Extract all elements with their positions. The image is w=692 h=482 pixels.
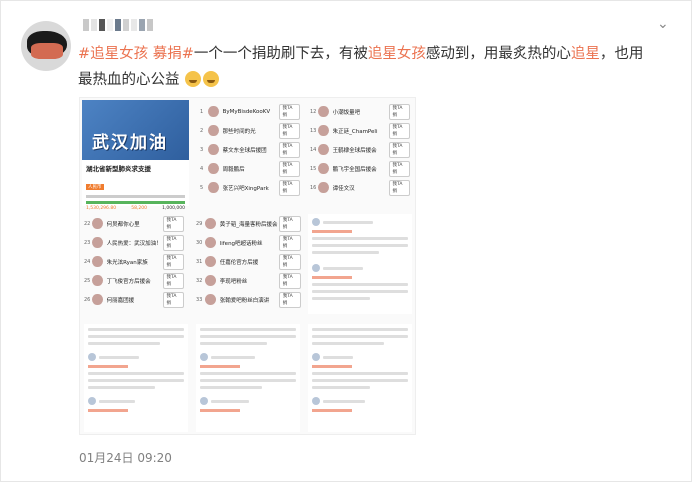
donate-button[interactable]: 我TA捐 (278, 253, 301, 270)
list-item: 12 小潮饭量吧 我TA捐 (310, 102, 410, 121)
post-text: #追星女孩 募捐#一个一个捐助刷下去，有被追星女孩感动到，用最炙热的心追星，也用… (78, 46, 644, 88)
list-item: 13 朱正廷_ChamPeli 我TA捐 (310, 121, 410, 140)
donate-button[interactable]: 我TA捐 (162, 253, 184, 270)
donate-button[interactable]: 我TA捐 (162, 291, 184, 308)
donate-button[interactable]: 我TA捐 (278, 291, 301, 308)
crying-face-icon (185, 71, 202, 87)
list-item: 5 张艺兴吧XingPark 我TA捐 (200, 178, 300, 197)
leaderboard-mid-a: 22 何炅都你心里 我TA捐 23 人民热爱：武汉加油！ 我TA捐 24 朱光泫Ryan家… (84, 214, 184, 309)
donate-button[interactable]: 我TA捐 (388, 122, 410, 139)
username-pixelated[interactable] (83, 19, 153, 31)
comment-list (84, 324, 188, 432)
post-image[interactable]: 武汉加油 湖北省新型肺炎求支援 人民币 1,530,296.80 58,200 … (79, 97, 416, 435)
hashtag-link[interactable]: #追星女孩 募捐# (78, 46, 194, 62)
donate-button[interactable]: 我TA捐 (162, 272, 184, 289)
comment-list (196, 324, 300, 432)
avatar[interactable] (21, 21, 71, 71)
list-item: 29 黄子韬_海量客粉后援会 我TA捐 (196, 214, 301, 233)
keyword-link[interactable]: 追星 (571, 46, 600, 62)
list-item: 32 李现吧粉丝 我TA捐 (196, 271, 301, 290)
weibo-post-card: ⌄ #追星女孩 募捐#一个一个捐助刷下去，有被追星女孩感动到，用最炙热的心追星，… (0, 0, 692, 482)
list-item: 15 鹏飞宇全国后援会 我TA捐 (310, 159, 410, 178)
donate-button[interactable]: 我TA捐 (278, 103, 300, 120)
list-item: 1 ByMyBisdeKooKV 我TA捐 (200, 102, 300, 121)
crying-face-icon (203, 71, 220, 87)
list-item: 22 何炅都你心里 我TA捐 (84, 214, 184, 233)
donate-button[interactable]: 我TA捐 (162, 234, 184, 251)
list-item: 31 任嘉伦官方后援 我TA捐 (196, 252, 301, 271)
list-item: 24 朱光泫Ryan家族 我TA捐 (84, 252, 184, 271)
chevron-down-icon[interactable]: ⌄ (657, 17, 671, 31)
comment-list (308, 214, 412, 314)
list-item: 30 lifeng吧超话粉丝 我TA捐 (196, 233, 301, 252)
leaderboard-mid-b: 29 黄子韬_海量客粉后援会 我TA捐 30 lifeng吧超话粉丝 我TA捐 31 任嘉… (196, 214, 301, 309)
project-card: 湖北省新型肺炎求支援 人民币 1,530,296.80 58,200 1,000… (82, 160, 189, 211)
list-item: 23 人民热爱：武汉加油！ 我TA捐 (84, 233, 184, 252)
comment-list (308, 324, 412, 432)
donate-button[interactable]: 我TA捐 (388, 141, 410, 158)
donate-button[interactable]: 我TA捐 (278, 160, 300, 177)
list-item: 2 那些时间的光 我TA捐 (200, 121, 300, 140)
list-item: 4 周毅鹏后 我TA捐 (200, 159, 300, 178)
list-item: 14 王鹤棣全球后援会 我TA捐 (310, 140, 410, 159)
keyword-link[interactable]: 追星女孩 (368, 46, 426, 62)
list-item: 33 张翰爱吧粉丝白演讲 我TA捐 (196, 290, 301, 309)
progress-bar (86, 201, 185, 204)
donate-button[interactable]: 我TA捐 (388, 103, 410, 120)
post-timestamp[interactable]: 01月24日 09:20 (79, 449, 172, 466)
leaderboard-left: 1 ByMyBisdeKooKV 我TA捐 2 那些时间的光 我TA捐 3 蔡文东全球后援… (200, 102, 300, 197)
donate-button[interactable]: 我TA捐 (162, 215, 184, 232)
leaderboard-right: 12 小潮饭量吧 我TA捐 13 朱正廷_ChamPeli 我TA捐 14 王鹤棣全球后援… (310, 102, 410, 197)
donate-button[interactable]: 我TA捐 (278, 272, 301, 289)
list-item: 26 何丽嘉团援 我TA捐 (84, 290, 184, 309)
campaign-banner: 武汉加油 (82, 100, 189, 160)
donate-button[interactable]: 我TA捐 (278, 234, 301, 251)
donate-button[interactable]: 我TA捐 (388, 179, 410, 196)
donate-button[interactable]: 我TA捐 (278, 141, 300, 158)
list-item: 25 丁飞俊官方后援会 我TA捐 (84, 271, 184, 290)
list-item: 16 谭佳文汉 我TA捐 (310, 178, 410, 197)
donate-button[interactable]: 我TA捐 (388, 160, 410, 177)
donate-button[interactable]: 我TA捐 (278, 215, 301, 232)
donate-button[interactable]: 我TA捐 (278, 179, 300, 196)
donate-button[interactable]: 我TA捐 (278, 122, 300, 139)
list-item: 3 蔡文东全球后援团 我TA捐 (200, 140, 300, 159)
